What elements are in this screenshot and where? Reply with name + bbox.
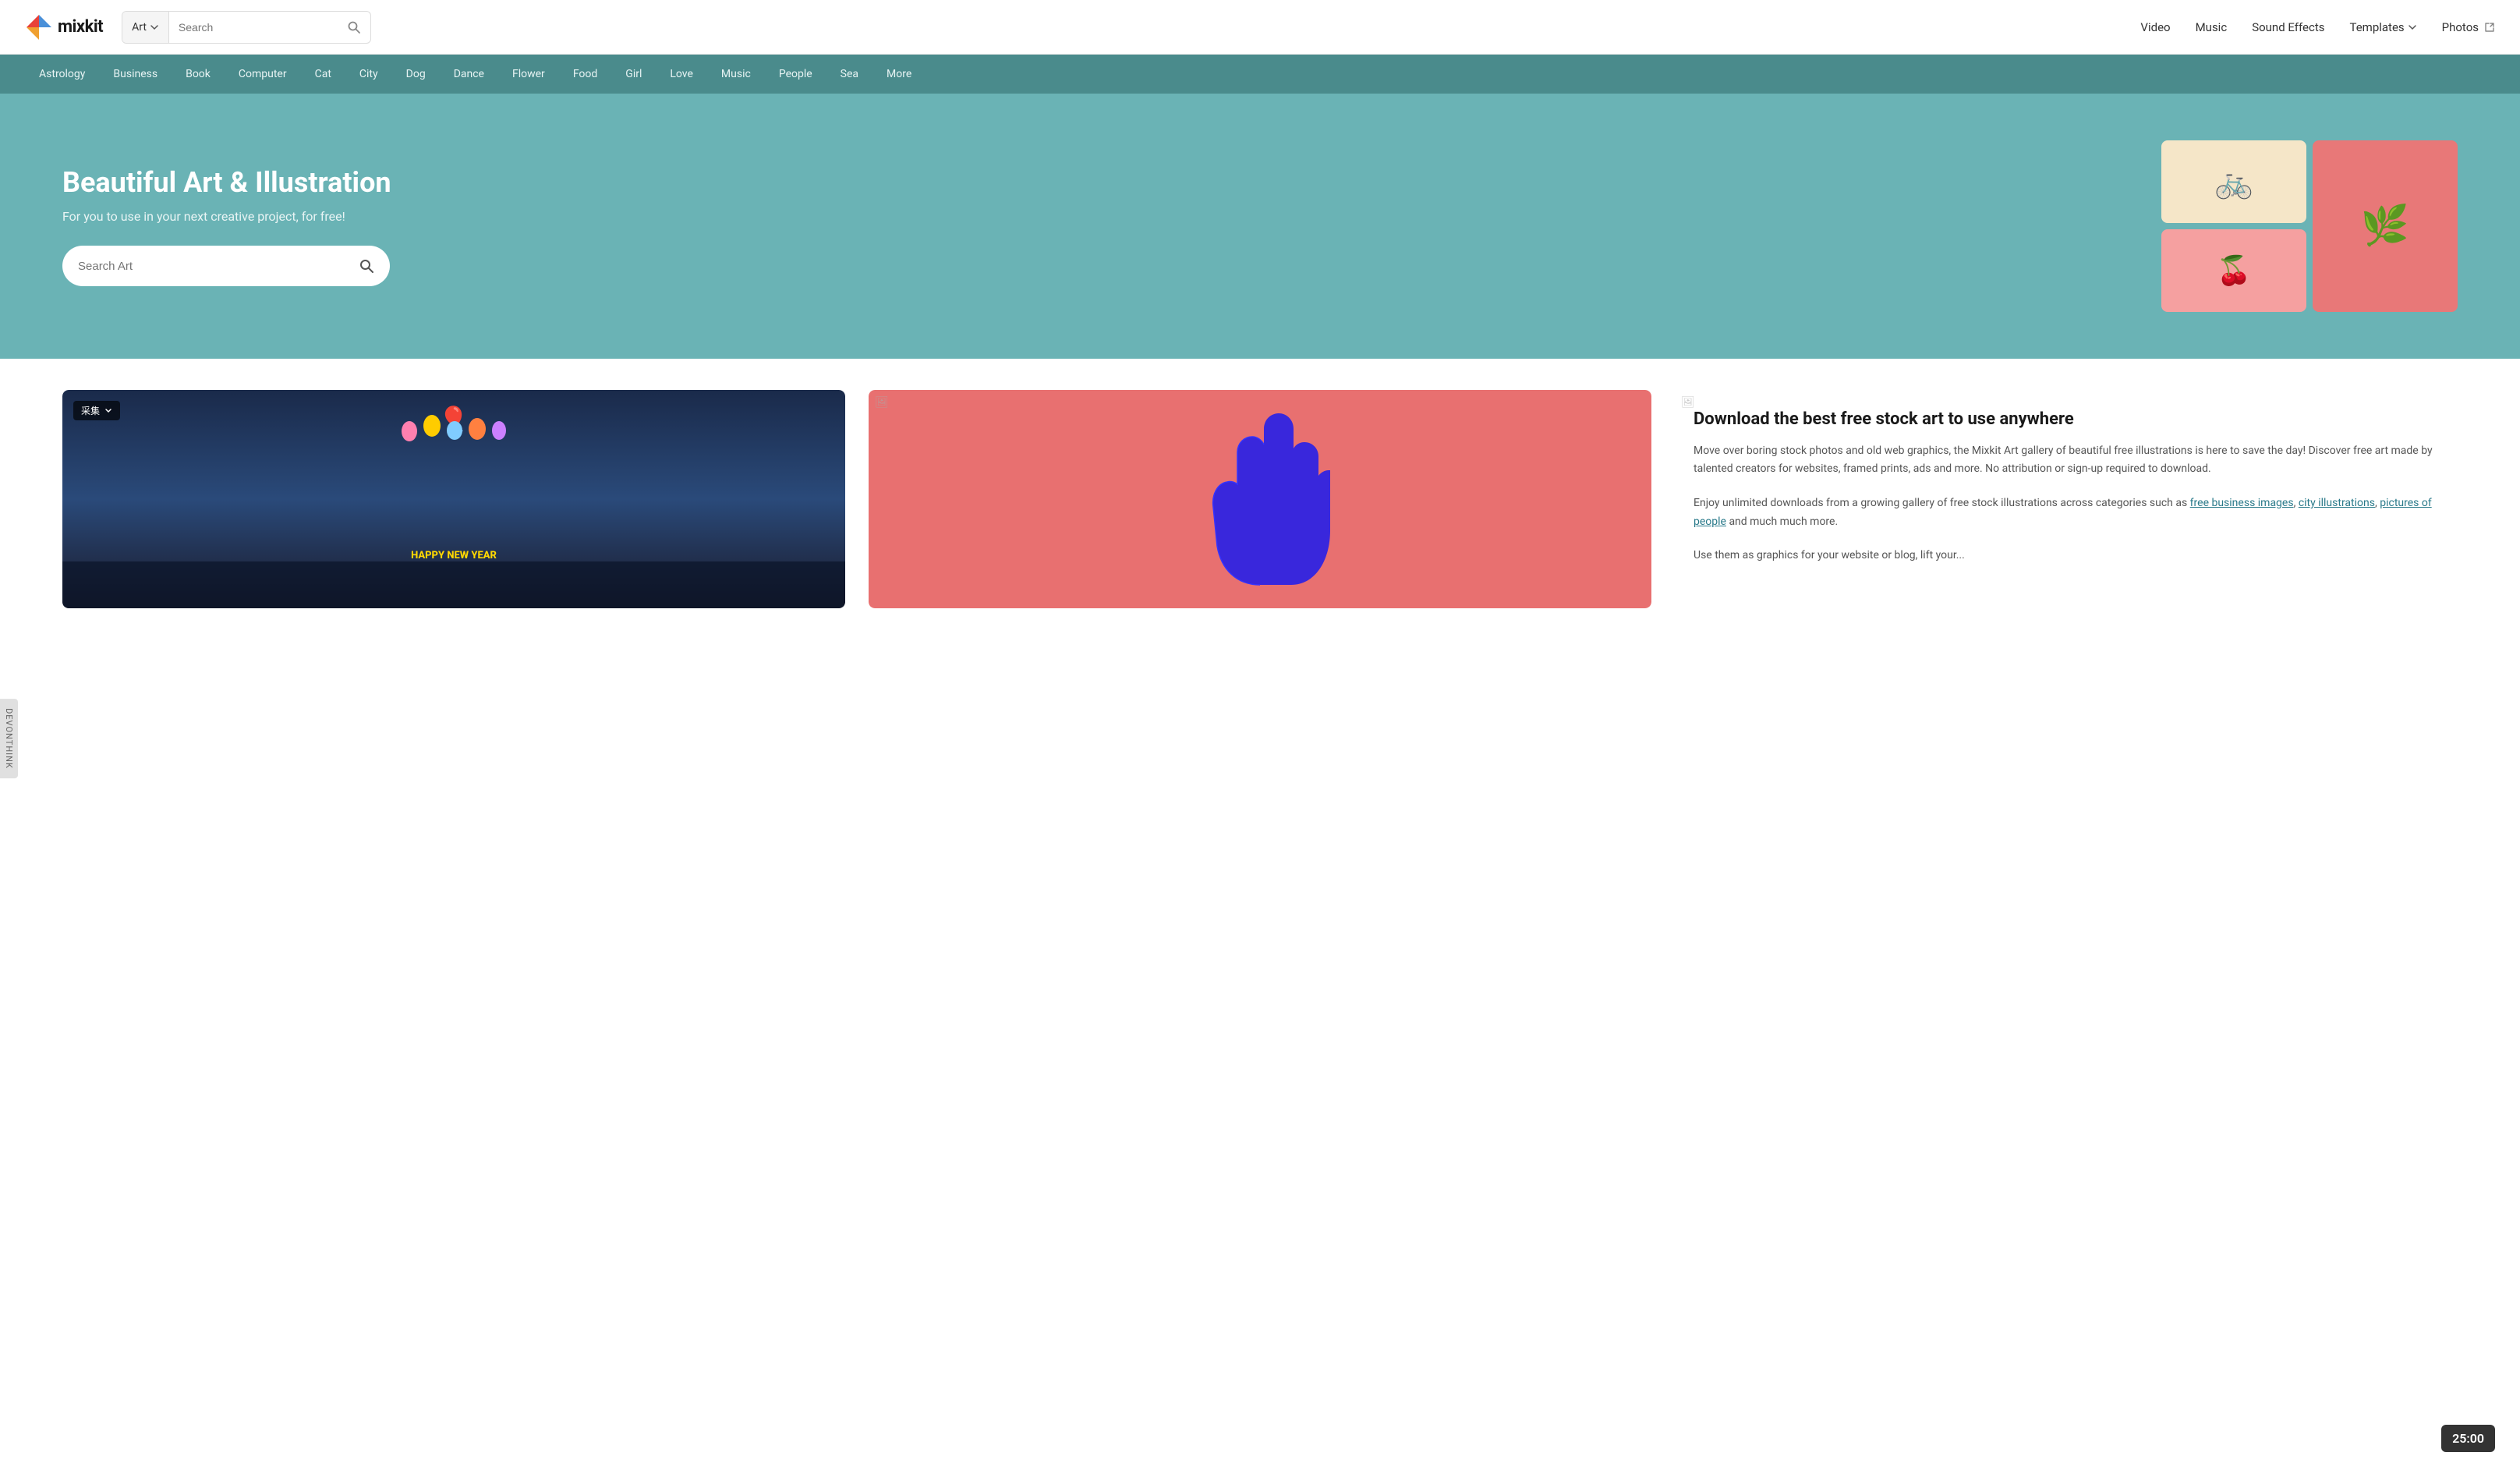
- hero-image-3: 🍒: [2161, 229, 2306, 312]
- hero-search-input[interactable]: [78, 260, 359, 273]
- nav-templates[interactable]: Templates: [2349, 20, 2416, 34]
- search-icon: [347, 20, 361, 34]
- nav-video[interactable]: Video: [2140, 20, 2170, 34]
- happy-new-year-text: HAPPY NEW YEAR: [411, 550, 497, 561]
- card-text-body-2: Enjoy unlimited downloads from a growing…: [1694, 494, 2439, 532]
- search-type-dropdown[interactable]: Art: [122, 12, 169, 43]
- timer-label: 25:00: [2452, 1431, 2484, 1446]
- cat-people[interactable]: People: [765, 55, 826, 94]
- hero-section: Beautiful Art & Illustration For you to …: [0, 94, 2520, 359]
- cat-girl[interactable]: Girl: [611, 55, 656, 94]
- card-image-2: [869, 390, 1651, 608]
- nav-music[interactable]: Music: [2196, 20, 2228, 34]
- search-button[interactable]: [338, 20, 370, 34]
- hero-images: 🚲 🌿 🍒 🏠: [2161, 140, 2458, 312]
- cat-flower[interactable]: Flower: [498, 55, 559, 94]
- broken-image-icon-2: 🖼: [875, 396, 889, 409]
- cat-cat[interactable]: Cat: [301, 55, 345, 94]
- art-card-3: 🖼 Download the best free stock art to us…: [1675, 390, 2458, 608]
- hero-title: Beautiful Art & Illustration: [62, 166, 391, 200]
- nav-sound-effects[interactable]: Sound Effects: [2252, 20, 2324, 34]
- cat-music[interactable]: Music: [707, 55, 765, 94]
- chevron-down-icon: [104, 407, 112, 415]
- hero-image-1: 🚲: [2161, 140, 2306, 223]
- cat-dog[interactable]: Dog: [392, 55, 440, 94]
- cat-dance[interactable]: Dance: [440, 55, 498, 94]
- logo-text: mixkit: [58, 17, 103, 37]
- main-nav: Video Music Sound Effects Templates Phot…: [2140, 20, 2495, 34]
- cat-book[interactable]: Book: [172, 55, 225, 94]
- hero-search-bar: [62, 246, 390, 286]
- timer-badge: 25:00: [2441, 1425, 2495, 1452]
- card-text-body-1: Move over boring stock photos and old we…: [1694, 442, 2439, 480]
- card-image-1: 采集 HAPPY NEW YEAR: [62, 390, 845, 608]
- content-section: 🖼 采集 HAPPY NEW YEAR: [0, 359, 2520, 639]
- header: mixkit Art Video Music Sound Effects Tem…: [0, 0, 2520, 55]
- hero-subtitle: For you to use in your next creative pro…: [62, 209, 391, 224]
- hand-illustration: [1190, 406, 1330, 593]
- cat-astrology[interactable]: Astrology: [25, 55, 99, 94]
- cat-business[interactable]: Business: [99, 55, 172, 94]
- search-input[interactable]: [169, 12, 338, 43]
- nav-photos[interactable]: Photos: [2442, 20, 2495, 34]
- art-card-2: 🖼: [869, 390, 1651, 608]
- search-type-label: Art: [132, 21, 147, 34]
- collect-button[interactable]: 采集: [73, 401, 120, 420]
- hero-search-button[interactable]: [359, 258, 374, 274]
- card-text-body-3: Use them as graphics for your website or…: [1694, 547, 2439, 565]
- cat-love[interactable]: Love: [656, 55, 707, 94]
- hero-left: Beautiful Art & Illustration For you to …: [62, 166, 391, 286]
- cat-computer[interactable]: Computer: [225, 55, 301, 94]
- sidebar-label: DEVONTHINK: [0, 699, 18, 778]
- cat-food[interactable]: Food: [559, 55, 611, 94]
- link-free-business[interactable]: free business images: [2190, 497, 2294, 509]
- category-nav: Astrology Business Book Computer Cat Cit…: [0, 55, 2520, 94]
- broken-image-icon-3: 🖼: [1681, 396, 1695, 409]
- chevron-down-icon: [150, 23, 159, 32]
- art-card-1: 🖼 采集 HAPPY NEW YEAR: [62, 390, 845, 608]
- search-icon: [359, 258, 374, 274]
- search-bar: Art: [122, 11, 371, 44]
- cat-city[interactable]: City: [345, 55, 392, 94]
- cat-more[interactable]: More: [872, 55, 926, 94]
- external-link-icon: [2484, 22, 2495, 33]
- chevron-down-icon: [2408, 23, 2417, 32]
- hero-image-2: 🌿: [2313, 140, 2458, 312]
- card-text-block: Download the best free stock art to use …: [1675, 390, 2458, 584]
- card-text-title: Download the best free stock art to use …: [1694, 409, 2439, 431]
- content-grid: 🖼 采集 HAPPY NEW YEAR: [62, 390, 2458, 608]
- cat-sea[interactable]: Sea: [826, 55, 872, 94]
- logo[interactable]: mixkit: [25, 13, 103, 41]
- link-city-illustrations[interactable]: city illustrations: [2299, 497, 2375, 509]
